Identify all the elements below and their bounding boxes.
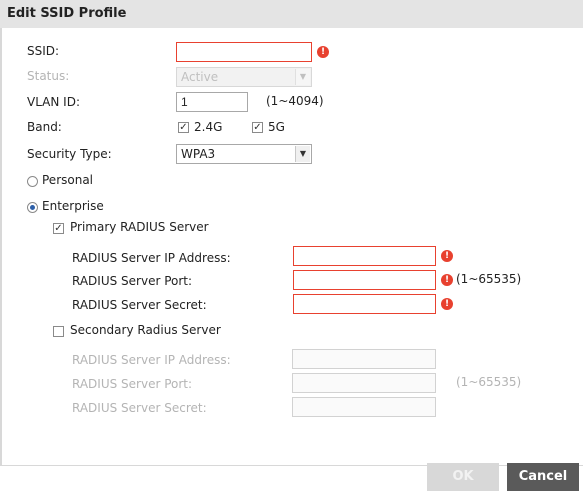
band-label: Band: [27,120,62,134]
status-value: Active [181,70,219,84]
band-5g-label: 5G [268,120,285,134]
vlan-id-label: VLAN ID: [27,95,80,109]
secondary-secret-label: RADIUS Server Secret: [72,401,207,415]
primary-secret-error-icon: ! [441,298,453,310]
primary-ip-input[interactable] [293,246,436,266]
secondary-ip-label: RADIUS Server IP Address: [72,353,231,367]
primary-port-range-hint: (1~65535) [456,272,522,286]
personal-radio[interactable] [27,176,38,187]
security-type-value: WPA3 [181,147,216,161]
personal-label: Personal [42,173,94,187]
primary-secret-input[interactable] [293,294,436,314]
band-5g-checkbox[interactable]: ✓ [252,122,263,133]
band-2g-label: 2.4G [194,120,223,134]
security-type-label: Security Type: [27,147,112,161]
vlan-id-input[interactable] [176,92,248,112]
secondary-secret-input [292,397,436,417]
secondary-radius-checkbox[interactable] [53,326,64,337]
status-label: Status: [27,69,70,83]
primary-secret-label: RADIUS Server Secret: [72,298,207,312]
left-divider [0,28,2,465]
security-type-select[interactable]: WPA3 ▼ [176,144,312,164]
secondary-port-label: RADIUS Server Port: [72,377,193,391]
chevron-down-icon: ▼ [295,69,310,85]
enterprise-radio[interactable] [27,202,38,213]
dialog-title: Edit SSID Profile [0,0,583,28]
band-2g-checkbox[interactable]: ✓ [178,122,189,133]
ssid-error-icon: ! [317,46,329,58]
secondary-port-range-hint: (1~65535) [456,375,522,389]
primary-port-error-icon: ! [441,274,453,286]
ssid-input[interactable] [176,42,312,62]
primary-radius-checkbox[interactable]: ✓ [53,223,64,234]
primary-radius-label: Primary RADIUS Server [70,220,209,234]
status-select: Active ▼ [176,67,312,87]
chevron-down-icon: ▼ [295,146,310,162]
enterprise-label: Enterprise [42,199,104,213]
ssid-label: SSID: [27,44,60,58]
primary-port-label: RADIUS Server Port: [72,274,193,288]
vlan-range-hint: (1~4094) [266,94,324,108]
ok-button[interactable]: OK [427,463,499,491]
cancel-button[interactable]: Cancel [507,463,579,491]
primary-ip-label: RADIUS Server IP Address: [72,251,231,265]
secondary-port-input [292,373,436,393]
primary-port-input[interactable] [293,270,436,290]
secondary-ip-input [292,349,436,369]
primary-ip-error-icon: ! [441,250,453,262]
secondary-radius-label: Secondary Radius Server [70,323,221,337]
